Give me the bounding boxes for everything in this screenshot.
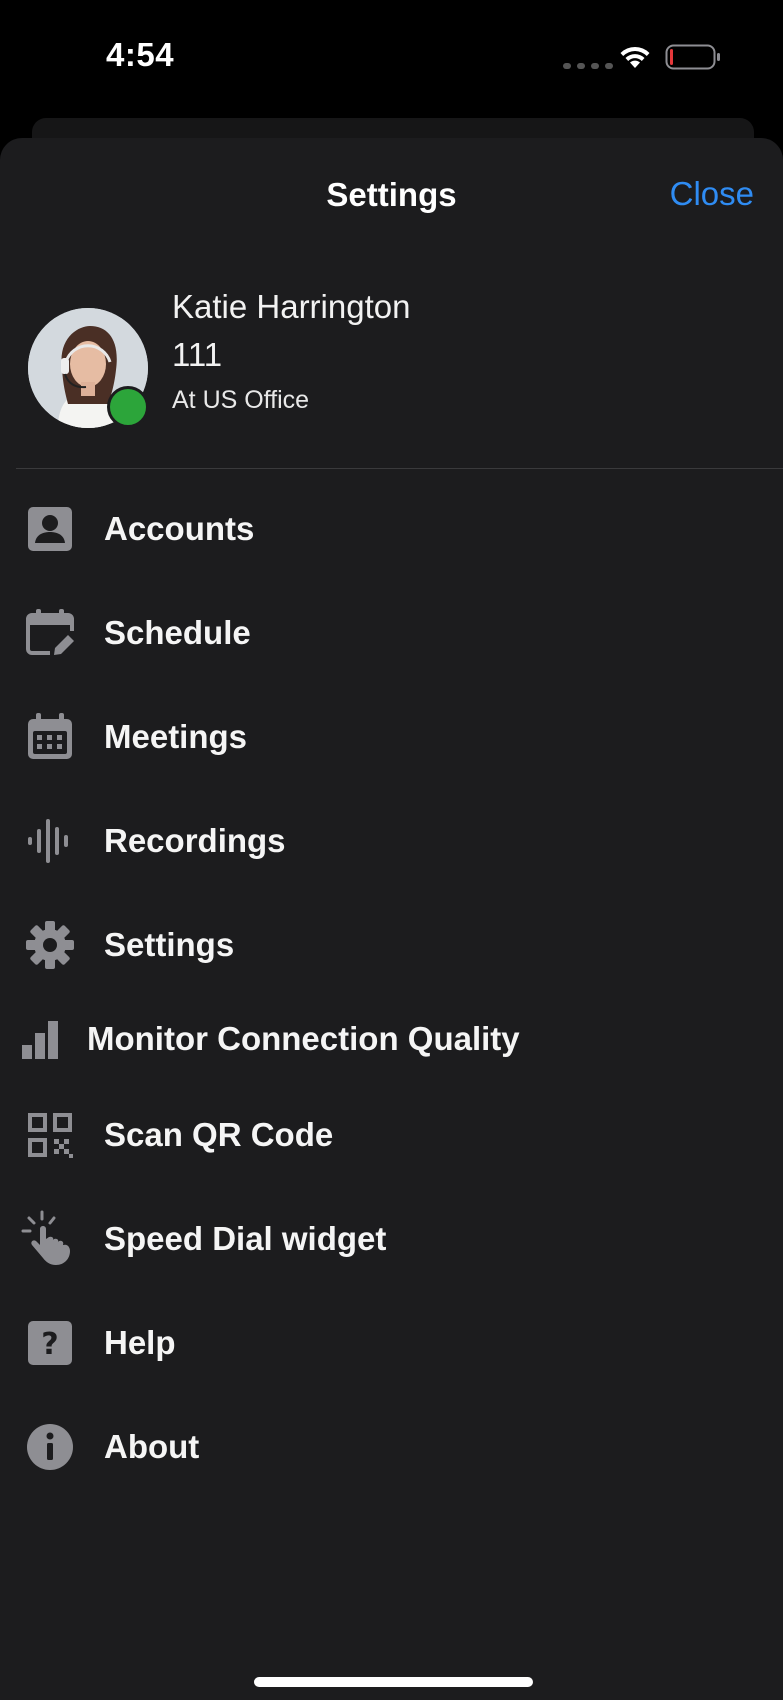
close-button[interactable]: Close xyxy=(670,175,754,213)
gear-icon xyxy=(26,921,74,969)
profile-status[interactable]: At US Office xyxy=(172,386,309,415)
menu-item-scan-qr-code[interactable]: Scan QR Code xyxy=(0,1095,783,1175)
menu-item-meetings[interactable]: Meetings xyxy=(0,697,783,777)
account-icon xyxy=(28,507,72,551)
presence-indicator xyxy=(107,386,149,428)
svg-text:?: ? xyxy=(41,1327,58,1362)
menu-item-label: Help xyxy=(104,1324,176,1361)
menu-item-recordings[interactable]: Recordings xyxy=(0,801,783,881)
profile-name: Katie Harrington xyxy=(172,288,411,325)
home-indicator[interactable] xyxy=(254,1677,533,1687)
menu-item-accounts[interactable]: Accounts xyxy=(0,489,783,569)
menu-item-label: Speed Dial widget xyxy=(104,1220,387,1257)
menu-item-label: Monitor Connection Quality xyxy=(87,1020,520,1057)
qr-code-icon xyxy=(28,1113,73,1158)
menu-item-label: Settings xyxy=(104,926,235,963)
status-time: 4:54 xyxy=(106,36,175,73)
menu-item-label: About xyxy=(104,1428,200,1465)
menu-item-label: Meetings xyxy=(104,718,248,755)
menu-item-label: Accounts xyxy=(104,510,255,547)
menu-item-speed-dial-widget[interactable]: Speed Dial widget xyxy=(0,1199,783,1279)
signal-bars-icon xyxy=(22,1021,58,1059)
menu-item-help[interactable]: ? Help xyxy=(0,1303,783,1383)
menu-item-schedule[interactable]: Schedule xyxy=(0,593,783,673)
battery-low-icon xyxy=(665,44,720,70)
help-icon: ? xyxy=(28,1321,72,1365)
signal-dots-icon xyxy=(563,63,613,69)
calendar-icon xyxy=(28,713,72,759)
profile-extension: 111 xyxy=(172,336,223,373)
menu-item-settings[interactable]: Settings xyxy=(0,905,783,985)
tap-hand-icon xyxy=(21,1210,70,1265)
menu-item-label: Recordings xyxy=(104,822,286,859)
menu-item-label: Schedule xyxy=(104,614,251,651)
sheet-title: Settings xyxy=(326,176,457,213)
menu-item-about[interactable]: About xyxy=(0,1407,783,1487)
wifi-icon xyxy=(620,46,650,68)
divider xyxy=(16,468,783,469)
waveform-icon xyxy=(28,819,68,863)
calendar-edit-icon xyxy=(26,609,74,655)
status-bar: 4:54 xyxy=(0,0,783,120)
menu-item-label: Scan QR Code xyxy=(104,1116,334,1153)
info-icon xyxy=(27,1424,73,1470)
menu-item-monitor-connection-quality[interactable]: Monitor Connection Quality xyxy=(0,999,783,1079)
